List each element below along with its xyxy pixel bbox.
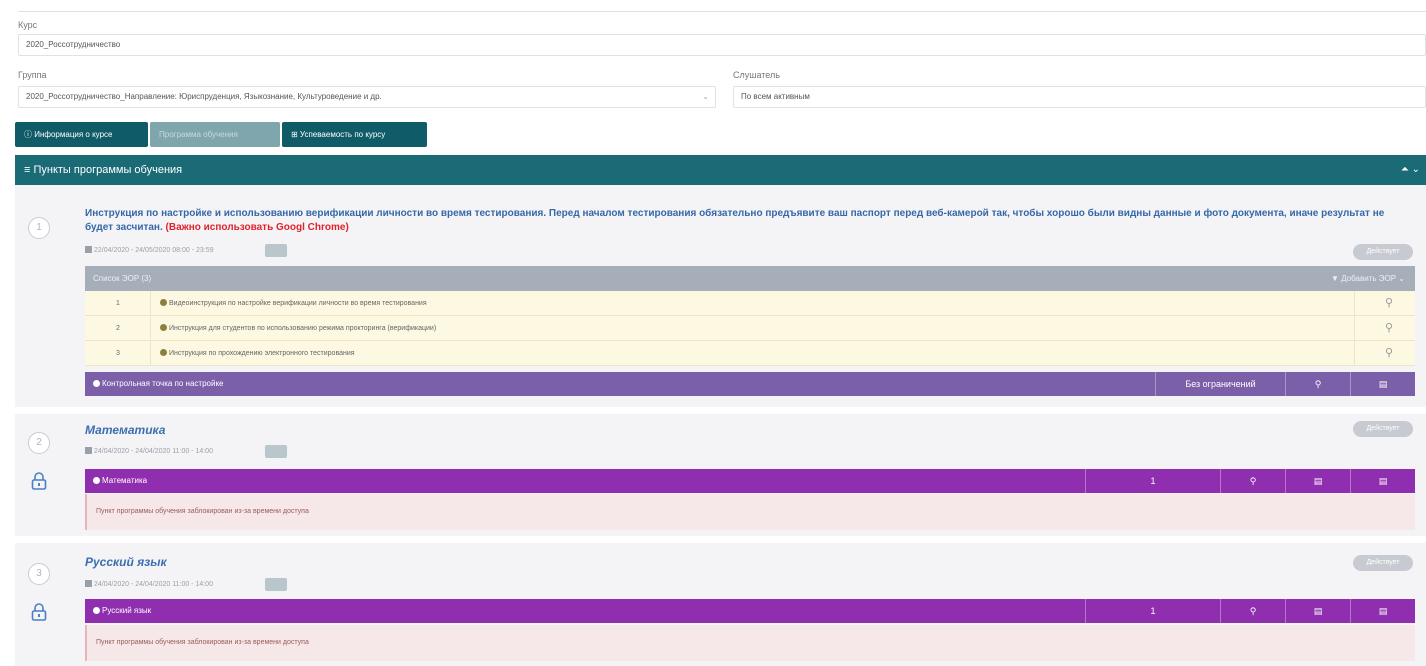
list-icon[interactable]: ▤ xyxy=(1350,372,1415,396)
student-select-value: По всем активным xyxy=(741,92,810,101)
resource-link[interactable]: Инструкция для студентов по использовани… xyxy=(160,316,436,341)
resource-link[interactable]: Инструкция по прохождению электронного т… xyxy=(160,341,355,366)
wrench-icon[interactable]: ⚲ xyxy=(1220,599,1285,623)
test-bar: Русский язык 1 ⚲ ▤ ▤ xyxy=(85,599,1415,623)
list-icon[interactable]: ▤ xyxy=(1350,599,1415,623)
top-divider xyxy=(18,11,1426,12)
attempts-count: 1 xyxy=(1085,469,1220,493)
add-eor-button[interactable]: ▼ Добавить ЭОР ⌄ xyxy=(1331,266,1405,291)
item-2-status-badge: Действует xyxy=(1353,421,1413,437)
table-row: 1 Видеоинструкция по настройке верификац… xyxy=(85,291,1415,316)
eor-list-title: Список ЭОР (3) xyxy=(93,274,152,283)
group-select-value: 2020_Россотрудничество_Направление: Юрис… xyxy=(26,92,382,101)
row-divider xyxy=(1354,291,1355,316)
wrench-icon[interactable]: ⚲ xyxy=(1385,291,1393,316)
course-select[interactable]: 2020_Россотрудничество xyxy=(18,34,1426,56)
panel-tools-icon[interactable]: ⏶ ⌄ xyxy=(1401,155,1420,185)
item-2-tag-chip[interactable] xyxy=(265,445,287,458)
item-1-dates: 22/04/2020 - 24/05/2020 08:00 - 23:59 xyxy=(85,246,214,254)
attempts-count: 1 xyxy=(1085,599,1220,623)
blocked-notice: Пункт программы обучения заблокирован из… xyxy=(85,625,1415,661)
checkpoint-label[interactable]: Контрольная точка по настройке xyxy=(102,379,223,388)
row-divider xyxy=(150,316,151,341)
row-divider xyxy=(1354,316,1355,341)
tab-course-info[interactable]: ⓘ Информация о курсе xyxy=(15,122,148,147)
checkpoint-result: Без ограничений xyxy=(1155,372,1285,396)
item-3-dates-text: 24/04/2020 - 24/04/2020 11:00 - 14:00 xyxy=(94,581,213,588)
wrench-icon[interactable]: ⚲ xyxy=(1385,316,1393,341)
chevron-down-icon: ⌄ xyxy=(702,92,709,101)
group-label: Группа xyxy=(18,70,47,80)
item-1-dates-text: 22/04/2020 - 24/05/2020 08:00 - 23:59 xyxy=(94,247,214,254)
blocked-notice: Пункт программы обучения заблокирован из… xyxy=(85,494,1415,530)
item-3-tag-chip[interactable] xyxy=(265,578,287,591)
item-2-dates: 24/04/2020 - 24/04/2020 11:00 - 14:00 xyxy=(85,447,213,455)
lock-icon xyxy=(31,472,47,490)
course-select-value: 2020_Россотрудничество xyxy=(26,40,121,49)
wrench-icon[interactable]: ⚲ xyxy=(1220,469,1285,493)
item-1-title-warning: (Важно использовать Googl Chrome) xyxy=(165,222,349,233)
course-label: Курс xyxy=(18,20,38,30)
calendar-icon xyxy=(85,447,92,454)
item-3-status-badge: Действует xyxy=(1353,555,1413,571)
document-icon xyxy=(160,349,167,356)
row-divider xyxy=(150,341,151,366)
list-icon[interactable]: ▤ xyxy=(1350,469,1415,493)
row-number: 3 xyxy=(116,350,120,357)
item-2-title[interactable]: Математика xyxy=(85,423,165,437)
video-icon xyxy=(160,299,167,306)
document-icon xyxy=(160,324,167,331)
resource-link[interactable]: Видеоинструкция по настройке верификации… xyxy=(160,291,427,316)
tab-progress[interactable]: ⊞ Успеваемость по курсу xyxy=(282,122,427,147)
info-icon xyxy=(93,380,100,387)
program-panel-header: ≡ Пункты программы обучения ⏶ ⌄ xyxy=(15,155,1426,185)
row-number: 1 xyxy=(116,300,120,307)
item-number-badge: 1 xyxy=(28,217,50,239)
test-label[interactable]: Математика xyxy=(102,476,147,485)
calendar-icon xyxy=(85,580,92,587)
row-divider xyxy=(1354,341,1355,366)
item-1-title: Инструкция по настройке и использованию … xyxy=(85,207,1410,235)
panel-title: ≡ Пункты программы обучения xyxy=(24,164,183,176)
tab-program[interactable]: Программа обучения xyxy=(150,122,280,147)
info-icon xyxy=(93,477,100,484)
item-1-tag-chip[interactable] xyxy=(265,244,287,257)
item-number-badge: 3 xyxy=(28,563,50,585)
resource-title: Инструкция по прохождению электронного т… xyxy=(169,350,355,357)
wrench-icon[interactable]: ⚲ xyxy=(1285,372,1350,396)
test-label[interactable]: Русский язык xyxy=(102,606,151,615)
item-number-badge: 2 xyxy=(28,432,50,454)
row-number: 2 xyxy=(116,325,120,332)
item-2-dates-text: 24/04/2020 - 24/04/2020 11:00 - 14:00 xyxy=(94,448,213,455)
wrench-icon[interactable]: ⚲ xyxy=(1385,341,1393,366)
document-icon[interactable]: ▤ xyxy=(1285,469,1350,493)
test-bar: Математика 1 ⚲ ▤ ▤ xyxy=(85,469,1415,493)
row-divider xyxy=(150,291,151,316)
eor-list-bar: Список ЭОР (3) ▼ Добавить ЭОР ⌄ xyxy=(85,266,1415,291)
student-select[interactable]: По всем активным xyxy=(733,86,1426,108)
group-select[interactable]: 2020_Россотрудничество_Направление: Юрис… xyxy=(18,86,716,108)
lock-icon xyxy=(31,603,47,621)
student-label: Слушатель xyxy=(733,70,780,80)
item-3-title[interactable]: Русский язык xyxy=(85,555,167,569)
resource-title: Инструкция для студентов по использовани… xyxy=(169,325,437,332)
checkpoint-bar: Контрольная точка по настройке Без огран… xyxy=(85,372,1415,396)
calendar-icon xyxy=(85,246,92,253)
info-icon xyxy=(93,607,100,614)
resource-title: Видеоинструкция по настройке верификации… xyxy=(169,300,427,307)
item-3-dates: 24/04/2020 - 24/04/2020 11:00 - 14:00 xyxy=(85,580,213,588)
document-icon[interactable]: ▤ xyxy=(1285,599,1350,623)
table-row: 3 Инструкция по прохождению электронного… xyxy=(85,341,1415,366)
table-row: 2 Инструкция для студентов по использова… xyxy=(85,316,1415,341)
item-1-status-badge: Действует xyxy=(1353,244,1413,260)
